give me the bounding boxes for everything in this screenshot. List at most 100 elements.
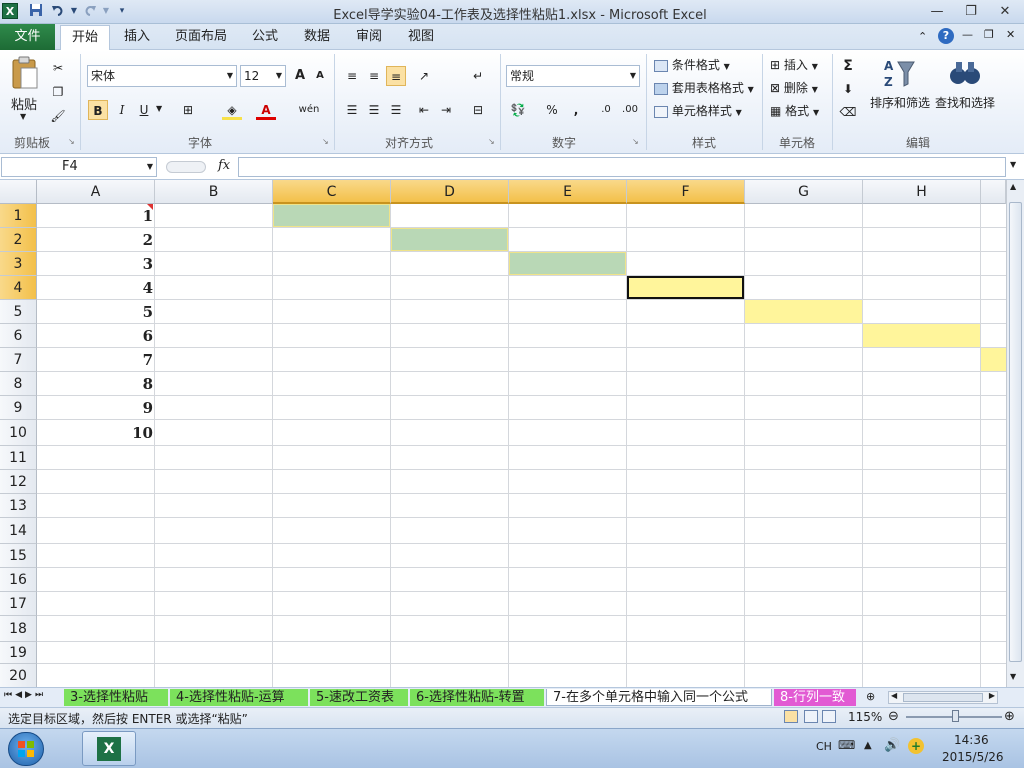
font-name-box[interactable]: 宋体 ▼ — [87, 65, 237, 87]
wrap-text-icon[interactable]: ↵ — [468, 66, 488, 86]
zoom-out-icon[interactable]: ⊖ — [888, 709, 899, 724]
font-launcher-icon[interactable]: ↘ — [322, 137, 329, 146]
workbook-close-icon[interactable]: ✕ — [1006, 28, 1015, 41]
undo-icon[interactable] — [50, 3, 66, 19]
tab-file[interactable]: 文件 — [0, 24, 55, 50]
font-size-box[interactable]: 12 ▼ — [240, 65, 286, 87]
keyboard-icon[interactable]: ⌨ — [838, 738, 855, 752]
tab-formulas[interactable]: 公式 — [244, 25, 286, 50]
find-select-button[interactable]: 查找和选择 — [935, 94, 995, 111]
row-header-3[interactable]: 3 — [0, 252, 37, 276]
undo-dropdown-icon[interactable]: ▼ — [66, 3, 82, 19]
sheet-tab-5[interactable]: 5-速改工资表 — [310, 689, 408, 706]
decrease-font-size-button[interactable]: A — [310, 66, 330, 86]
row-header-12[interactable]: 12 — [0, 470, 37, 494]
restore-window-icon[interactable]: ❐ — [956, 2, 986, 22]
insert-sheet-icon[interactable]: ⊕ — [866, 690, 875, 703]
workbook-minimize-icon[interactable]: — — [962, 28, 973, 41]
sheet-tab-8[interactable]: 8-行列一致 — [774, 689, 856, 706]
clipboard-launcher-icon[interactable]: ↘ — [68, 137, 75, 146]
decrease-indent-icon[interactable]: ⇤ — [414, 100, 434, 120]
zoom-in-icon[interactable]: ⊕ — [1004, 709, 1015, 724]
increase-indent-icon[interactable]: ⇥ — [436, 100, 456, 120]
autosum-button[interactable]: Σ — [838, 56, 858, 76]
format-cells-button[interactable]: ▦ 格式 ▼ — [770, 102, 819, 119]
collapse-ribbon-icon[interactable]: ⌃ — [918, 30, 927, 43]
row-header-9[interactable]: 9 — [0, 396, 37, 420]
customize-qat-icon[interactable]: ▾ — [114, 3, 130, 19]
sort-filter-button[interactable]: 排序和筛选 — [870, 94, 930, 111]
align-right-icon[interactable]: ☰ — [386, 100, 406, 120]
cell-a2[interactable]: 2 — [37, 228, 153, 252]
row-header-5[interactable]: 5 — [0, 300, 37, 324]
tab-insert[interactable]: 插入 — [116, 25, 158, 50]
cell-a6[interactable]: 6 — [37, 324, 153, 348]
row-header-11[interactable]: 11 — [0, 446, 37, 470]
language-indicator[interactable]: CH — [816, 740, 832, 753]
accounting-format-icon[interactable]: 💱 — [508, 100, 528, 120]
clock-time[interactable]: 14:36 — [954, 733, 989, 747]
row-header-16[interactable]: 16 — [0, 568, 37, 592]
row-header-10[interactable]: 10 — [0, 420, 37, 446]
sheet-tab-4[interactable]: 4-选择性粘贴-运算 — [170, 689, 308, 706]
insert-cells-button[interactable]: ⊞ 插入 ▼ — [770, 56, 818, 73]
format-painter-icon[interactable]: 🖌 — [48, 106, 68, 126]
tab-review[interactable]: 审阅 — [348, 25, 390, 50]
align-center-icon[interactable]: ☰ — [364, 100, 384, 120]
formula-input[interactable] — [238, 157, 1006, 177]
workbook-restore-icon[interactable]: ❐ — [984, 28, 994, 41]
name-box[interactable]: F4 ▼ — [1, 157, 157, 177]
tab-view[interactable]: 视图 — [400, 25, 442, 50]
border-icon[interactable]: ⊞ — [178, 100, 198, 120]
row-header-4[interactable]: 4 — [0, 276, 37, 300]
close-window-icon[interactable]: ✕ — [990, 2, 1020, 22]
cell-a1[interactable]: 1 — [37, 204, 153, 228]
save-icon[interactable] — [28, 3, 44, 19]
vertical-scroll-thumb[interactable] — [1009, 202, 1022, 662]
row-header-2[interactable]: 2 — [0, 228, 37, 252]
fill-color-icon[interactable]: ◈ — [222, 100, 242, 120]
redo-icon[interactable] — [82, 3, 98, 19]
bold-button[interactable]: B — [88, 100, 108, 120]
increase-decimal-button[interactable]: .0 — [596, 100, 616, 120]
paste-dropdown-icon[interactable]: ▼ — [20, 112, 26, 121]
taskbar-excel-button[interactable]: X — [82, 731, 136, 766]
zoom-slider-thumb[interactable] — [952, 710, 959, 722]
comma-style-button[interactable]: , — [566, 100, 586, 120]
network-icon[interactable]: + — [908, 738, 924, 754]
row-header-8[interactable]: 8 — [0, 372, 37, 396]
column-header-b[interactable]: B — [155, 180, 273, 204]
font-color-icon[interactable]: A — [256, 100, 276, 120]
clear-icon[interactable]: ⌫ — [838, 102, 858, 122]
cell-a9[interactable]: 9 — [37, 396, 153, 420]
delete-cells-button[interactable]: ⊠ 删除 ▼ — [770, 79, 818, 96]
row-header-7[interactable]: 7 — [0, 348, 37, 372]
italic-button[interactable]: I — [112, 100, 132, 120]
page-break-view-icon[interactable] — [822, 710, 836, 723]
worksheet-grid[interactable]: A B C D E F G H 1 2 3 4 5 6 7 8 9 10 11 12 13 14 15 16 17 18 19 20 1… — [0, 180, 1006, 687]
normal-view-icon[interactable] — [784, 710, 798, 723]
underline-dropdown-icon[interactable]: ▼ — [156, 104, 162, 113]
align-top-icon[interactable]: ≡ — [342, 66, 362, 86]
fill-icon[interactable]: ⬇ — [838, 79, 858, 99]
help-icon[interactable]: ? — [938, 28, 954, 44]
redo-dropdown-icon[interactable]: ▼ — [98, 3, 114, 19]
align-middle-icon[interactable]: ≡ — [364, 66, 384, 86]
column-header-g[interactable]: G — [745, 180, 863, 204]
scroll-up-icon[interactable]: ▲ — [1010, 182, 1016, 191]
cell-h6-filled[interactable] — [863, 324, 980, 347]
minimize-window-icon[interactable]: — — [922, 2, 952, 22]
copy-icon[interactable]: ❐ — [48, 82, 68, 102]
column-header-e[interactable]: E — [509, 180, 627, 204]
phonetic-guide-button[interactable]: wén — [296, 100, 322, 120]
align-left-icon[interactable]: ☰ — [342, 100, 362, 120]
sheet-tab-7-active[interactable]: 7-在多个单元格中输入同一个公式 — [546, 689, 772, 706]
cell-a5[interactable]: 5 — [37, 300, 153, 324]
percent-style-button[interactable]: % — [542, 100, 562, 120]
cell-a4[interactable]: 4 — [37, 276, 153, 300]
cell-g5-filled[interactable] — [745, 300, 862, 323]
column-header-d[interactable]: D — [391, 180, 509, 204]
vertical-scrollbar[interactable]: ▲ ▼ — [1006, 180, 1024, 687]
formula-bar-splitter[interactable] — [166, 161, 206, 173]
column-header-partial[interactable] — [981, 180, 1006, 204]
